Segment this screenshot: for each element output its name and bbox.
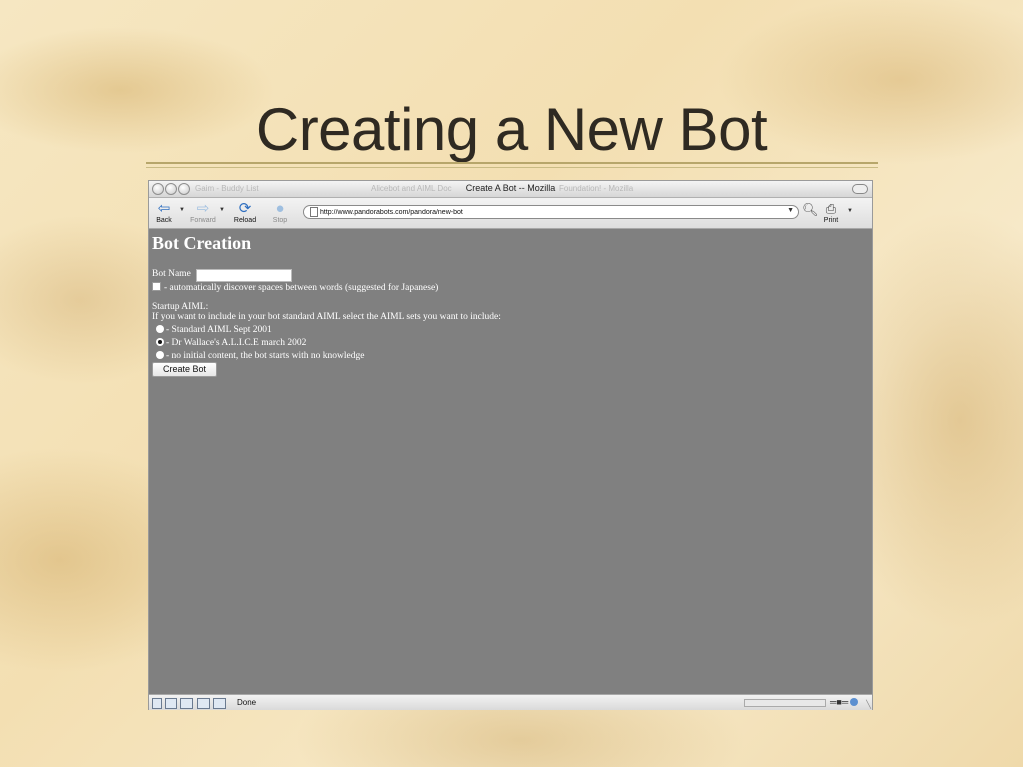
mail-icon[interactable] [165, 698, 177, 709]
print-label: Print [823, 217, 839, 224]
aiml-option-row: - no initial content, the bot starts wit… [156, 351, 364, 361]
title-divider [146, 162, 878, 164]
aiml-option-label: - Dr Wallace's A.L.I.C.E march 2002 [166, 338, 307, 348]
toolbar-toggle-button[interactable] [852, 184, 868, 194]
bot-name-input[interactable] [196, 269, 292, 282]
startup-aiml-label: Startup AIML: [152, 302, 209, 312]
aiml-option-row: - Dr Wallace's A.L.I.C.E march 2002 [156, 338, 306, 348]
url-input[interactable] [320, 206, 770, 218]
stop-icon: ● [275, 200, 285, 217]
status-bar: Done ═■═ ╲ [149, 694, 872, 710]
online-connection-icon[interactable]: ═■═ [830, 697, 848, 707]
status-text: Done [237, 698, 257, 707]
composer-icon[interactable] [197, 698, 210, 709]
forward-arrow-icon: ⇨ [196, 200, 210, 217]
search-icon[interactable]: 🔍︎ [802, 202, 819, 218]
aiml-option-radio[interactable] [156, 351, 164, 359]
forward-label: Forward [190, 217, 216, 224]
window-titlebar: Gaim - Buddy List Alicebot and AIML Doc … [149, 181, 872, 198]
security-icon[interactable] [850, 698, 858, 706]
chat-icon[interactable] [180, 698, 193, 709]
aiml-option-label: - no initial content, the bot starts wit… [166, 351, 365, 361]
printer-icon: ⎙ [825, 201, 837, 216]
page-heading: Bot Creation [152, 233, 252, 253]
bot-name-label: Bot Name [152, 269, 191, 279]
startup-aiml-help: If you want to include in your bot stand… [152, 312, 501, 322]
address-book-icon[interactable] [213, 698, 226, 709]
title-divider-secondary [146, 167, 878, 168]
url-history-dropdown-icon[interactable]: ▼ [787, 207, 794, 214]
reload-icon: ⟳ [238, 200, 252, 217]
window-title: Create A Bot -- Mozilla [465, 183, 556, 193]
navigation-toolbar: ⇦ Back ▼ ⇨ Forward ▼ ⟳ Reload ● Stop ▼ 🔍… [149, 198, 872, 229]
reload-label: Reload [233, 217, 257, 224]
reload-button[interactable]: ⟳ Reload [225, 200, 265, 224]
aiml-option-radio[interactable] [156, 338, 164, 346]
page-content: Bot Creation Bot Name - automatically di… [149, 229, 872, 694]
print-dropdown-icon[interactable]: ▼ [847, 208, 853, 214]
discover-spaces-checkbox[interactable] [152, 282, 161, 291]
resize-grip-icon[interactable]: ╲ [866, 700, 871, 709]
forward-button[interactable]: ⇨ Forward [183, 200, 223, 224]
slide-title: Creating a New Bot [255, 96, 768, 163]
stop-button[interactable]: ● Stop [260, 200, 300, 224]
back-arrow-icon: ⇦ [157, 200, 171, 217]
aiml-option-label: - Standard AIML Sept 2001 [166, 325, 272, 335]
print-button[interactable]: ⎙ Print [819, 200, 843, 224]
browser-window: Gaim - Buddy List Alicebot and AIML Doc … [149, 181, 872, 710]
aiml-option-radio[interactable] [156, 325, 164, 333]
discover-spaces-row: - automatically discover spaces between … [152, 282, 438, 293]
back-button[interactable]: ⇦ Back [144, 200, 184, 224]
stop-label: Stop [272, 217, 288, 224]
navigator-icon[interactable] [152, 698, 162, 709]
page-icon [310, 207, 318, 217]
aiml-option-row: - Standard AIML Sept 2001 [156, 325, 272, 335]
back-label: Back [156, 217, 172, 224]
progress-bar [744, 699, 826, 707]
url-bar[interactable]: ▼ [303, 205, 799, 219]
discover-spaces-label: - automatically discover spaces between … [164, 283, 439, 293]
create-bot-button[interactable]: Create Bot [152, 362, 217, 377]
bot-name-row: Bot Name [152, 269, 191, 279]
